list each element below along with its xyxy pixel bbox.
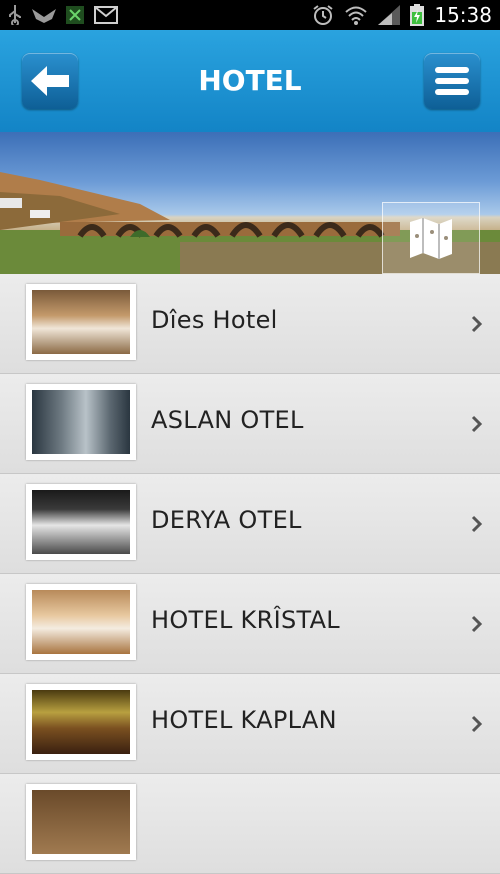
mail-icon bbox=[94, 6, 118, 24]
hotel-thumbnail bbox=[26, 584, 136, 660]
list-item[interactable] bbox=[0, 774, 500, 874]
chevron-right-icon bbox=[471, 315, 483, 333]
hotel-thumbnail bbox=[26, 384, 136, 460]
hotel-thumbnail bbox=[26, 784, 136, 860]
hotel-list: Dîes Hotel ASLAN OTEL DERYA OTEL HOTEL K… bbox=[0, 274, 500, 874]
list-item[interactable]: Dîes Hotel bbox=[0, 274, 500, 374]
hotel-name: ASLAN OTEL bbox=[151, 406, 304, 434]
chevron-right-icon bbox=[471, 715, 483, 733]
x-app-icon bbox=[66, 6, 84, 24]
alarm-icon bbox=[313, 5, 333, 25]
list-item[interactable]: HOTEL KRÎSTAL bbox=[0, 574, 500, 674]
map-icon bbox=[410, 218, 452, 259]
list-item[interactable]: ASLAN OTEL bbox=[0, 374, 500, 474]
clock: 15:38 bbox=[434, 3, 492, 27]
list-item[interactable]: HOTEL KAPLAN bbox=[0, 674, 500, 774]
winged-app-icon bbox=[32, 9, 56, 23]
map-button[interactable] bbox=[382, 202, 480, 274]
usb-icon bbox=[9, 5, 21, 25]
battery-charging-icon bbox=[410, 4, 425, 26]
wifi-icon bbox=[345, 6, 368, 25]
hotel-thumbnail bbox=[26, 684, 136, 760]
menu-button[interactable] bbox=[424, 53, 480, 109]
status-notifications bbox=[8, 4, 118, 26]
app-header: HOTEL bbox=[0, 30, 500, 132]
hotel-thumbnail bbox=[26, 484, 136, 560]
status-system: 15:38 bbox=[312, 3, 492, 27]
hotel-name: Dîes Hotel bbox=[151, 306, 278, 334]
status-bar: 15:38 bbox=[0, 0, 500, 30]
hotel-thumbnail bbox=[26, 284, 136, 360]
chevron-right-icon bbox=[471, 615, 483, 633]
hotel-name: DERYA OTEL bbox=[151, 506, 302, 534]
menu-icon bbox=[435, 67, 469, 95]
list-item[interactable]: DERYA OTEL bbox=[0, 474, 500, 574]
chevron-right-icon bbox=[471, 415, 483, 433]
signal-icon bbox=[378, 5, 401, 25]
chevron-right-icon bbox=[471, 515, 483, 533]
hotel-name: HOTEL KAPLAN bbox=[151, 706, 337, 734]
hotel-name: HOTEL KRÎSTAL bbox=[151, 606, 340, 634]
banner-image bbox=[0, 132, 500, 274]
